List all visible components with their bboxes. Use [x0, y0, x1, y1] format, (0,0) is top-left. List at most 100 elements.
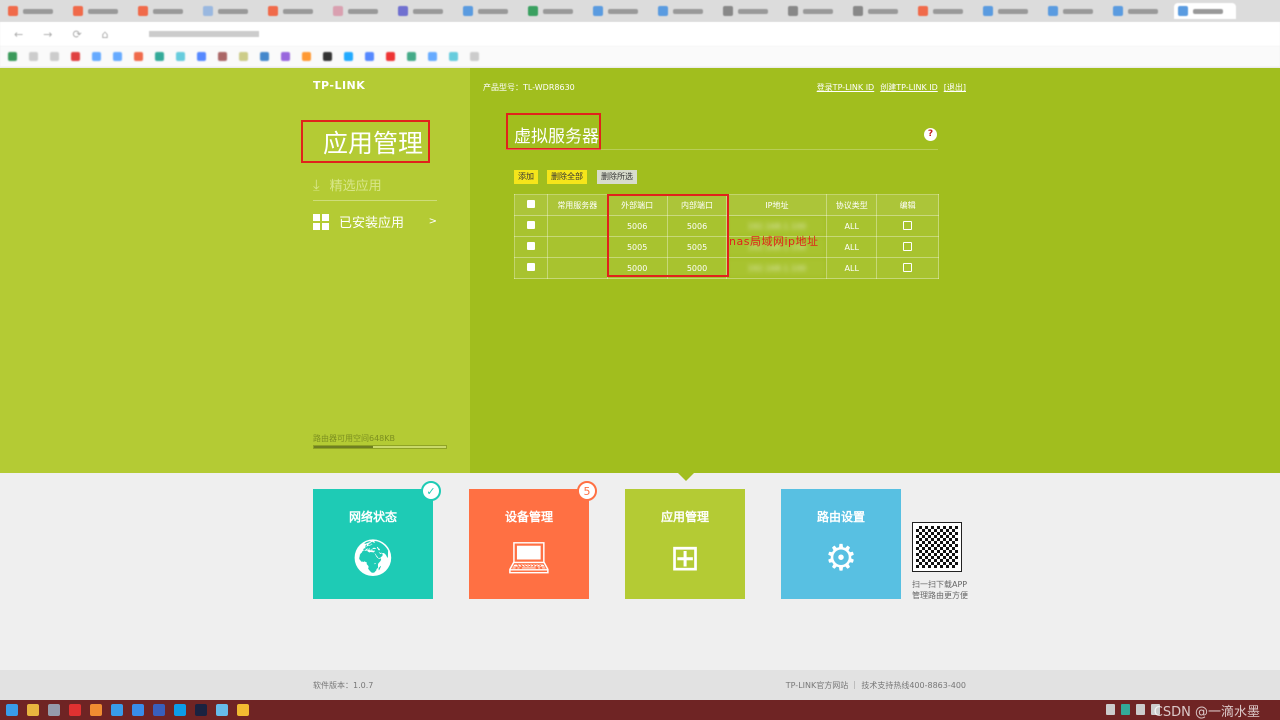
- hotline: 技术支持热线400-8863-400: [861, 681, 966, 690]
- bookmark-icon[interactable]: [449, 52, 458, 61]
- forward-icon[interactable]: →: [43, 28, 52, 41]
- tab-title: [23, 8, 53, 14]
- bookmark-icon[interactable]: [386, 52, 395, 61]
- browser-tab[interactable]: [719, 3, 781, 19]
- refresh-icon[interactable]: ⟳: [72, 28, 81, 41]
- edit-icon[interactable]: [903, 262, 913, 272]
- row-checkbox[interactable]: [526, 221, 535, 229]
- bookmark-icon[interactable]: [281, 52, 290, 61]
- official-site-link[interactable]: TP-LINK官方网站: [786, 681, 848, 690]
- browser-tab[interactable]: [459, 3, 521, 19]
- browser-tab[interactable]: [1044, 3, 1106, 19]
- bookmark-icon[interactable]: [50, 52, 59, 61]
- bookmark-icon[interactable]: [197, 52, 206, 61]
- tab-title: [673, 8, 703, 14]
- login-link[interactable]: 登录TP-LINK ID: [817, 82, 875, 93]
- home-icon[interactable]: ⌂: [102, 28, 109, 41]
- apps-icon: ⊞: [669, 538, 701, 579]
- browser-tab[interactable]: [849, 3, 911, 19]
- create-id-link[interactable]: 创建TP-LINK ID: [880, 82, 938, 93]
- browser-tab[interactable]: [69, 3, 131, 19]
- tile-router-settings[interactable]: 路由设置 ⚙: [781, 489, 901, 599]
- taskbar-app-icon[interactable]: [237, 704, 249, 716]
- add-button[interactable]: 添加: [514, 170, 538, 184]
- taskbar-app-icon[interactable]: [48, 704, 60, 716]
- browser-tab[interactable]: [1174, 3, 1236, 19]
- sidebar-item-installed-apps[interactable]: 已安装应用 >: [313, 212, 437, 231]
- favicon-icon: [138, 6, 148, 16]
- bookmark-icon[interactable]: [428, 52, 437, 61]
- taskbar-app-icon[interactable]: [195, 704, 207, 716]
- browser-tab[interactable]: [589, 3, 651, 19]
- favicon-icon: [593, 6, 603, 16]
- delete-all-button[interactable]: 删除全部: [547, 170, 587, 184]
- bookmark-icon[interactable]: [302, 52, 311, 61]
- edit-icon[interactable]: [903, 220, 913, 230]
- favicon-icon: [1048, 6, 1058, 16]
- bookmark-icon[interactable]: [92, 52, 101, 61]
- bookmark-icon[interactable]: [8, 52, 17, 61]
- bookmark-icon[interactable]: [239, 52, 248, 61]
- grid-icon: [313, 213, 329, 230]
- back-icon[interactable]: ←: [14, 28, 23, 41]
- tab-title: [153, 8, 183, 14]
- browser-tab[interactable]: [4, 3, 66, 19]
- taskbar-app-icon[interactable]: [90, 704, 102, 716]
- taskbar-app-icon[interactable]: [27, 704, 39, 716]
- browser-tab[interactable]: [654, 3, 716, 19]
- logout-link[interactable]: [退出]: [944, 82, 966, 93]
- browser-tab[interactable]: [784, 3, 846, 19]
- edit-icon[interactable]: [903, 241, 913, 251]
- help-icon[interactable]: ?: [924, 128, 937, 141]
- browser-tab[interactable]: [1109, 3, 1171, 19]
- tab-title: [1193, 8, 1223, 14]
- browser-tab[interactable]: [979, 3, 1041, 19]
- taskbar-app-icon[interactable]: [132, 704, 144, 716]
- taskbar-app-icon[interactable]: [153, 704, 165, 716]
- taskbar-app-icon[interactable]: [216, 704, 228, 716]
- browser-tab[interactable]: [264, 3, 326, 19]
- delete-selected-button[interactable]: 删除所选: [597, 170, 637, 184]
- divider: [313, 200, 437, 201]
- browser-tab[interactable]: [394, 3, 456, 19]
- url-text[interactable]: [148, 31, 259, 37]
- browser-tab[interactable]: [134, 3, 196, 19]
- bookmark-icon[interactable]: [71, 52, 80, 61]
- bookmark-icon[interactable]: [155, 52, 164, 61]
- taskbar-app-icon[interactable]: [6, 704, 18, 716]
- tile-device-management[interactable]: 5 设备管理 💻︎: [469, 481, 597, 599]
- browser-tab[interactable]: [199, 3, 261, 19]
- taskbar: [0, 700, 1280, 720]
- row-checkbox[interactable]: [526, 242, 535, 250]
- column-header: 编辑: [876, 194, 939, 216]
- software-version: 软件版本：1.0.7: [313, 681, 374, 690]
- bookmark-icon[interactable]: [407, 52, 416, 61]
- bookmark-icon[interactable]: [218, 52, 227, 61]
- select-all-checkbox[interactable]: [526, 200, 535, 208]
- browser-tab[interactable]: [524, 3, 586, 19]
- bookmark-icon[interactable]: [323, 52, 332, 61]
- bookmark-icon[interactable]: [344, 52, 353, 61]
- browser-tab-strip: [0, 0, 1280, 22]
- row-checkbox[interactable]: [526, 263, 535, 271]
- taskbar-app-icon[interactable]: [111, 704, 123, 716]
- sidebar-item-label: 已安装应用: [339, 216, 405, 231]
- taskbar-app-icon[interactable]: [174, 704, 186, 716]
- browser-tab[interactable]: [914, 3, 976, 19]
- address-bar[interactable]: ← → ⟳ ⌂: [0, 22, 1280, 46]
- tile-label: 路由设置: [816, 510, 865, 524]
- bookmark-icon[interactable]: [134, 52, 143, 61]
- bookmark-icon[interactable]: [470, 52, 479, 61]
- bookmark-icon[interactable]: [365, 52, 374, 61]
- product-model: 产品型号：TL-WDR8630: [483, 83, 575, 92]
- bookmark-icon[interactable]: [176, 52, 185, 61]
- bookmark-icon[interactable]: [260, 52, 269, 61]
- taskbar-app-icon[interactable]: [69, 704, 81, 716]
- bookmark-icon[interactable]: [113, 52, 122, 61]
- tile-network-status[interactable]: ✓ 网络状态 🌍︎: [313, 481, 441, 599]
- check-icon: ✓: [421, 481, 441, 501]
- sidebar-item-featured-apps[interactable]: ⤓ 精选应用: [313, 175, 437, 195]
- browser-tab[interactable]: [329, 3, 391, 19]
- bookmark-icon[interactable]: [29, 52, 38, 61]
- tile-app-management[interactable]: 应用管理 ⊞: [625, 489, 745, 599]
